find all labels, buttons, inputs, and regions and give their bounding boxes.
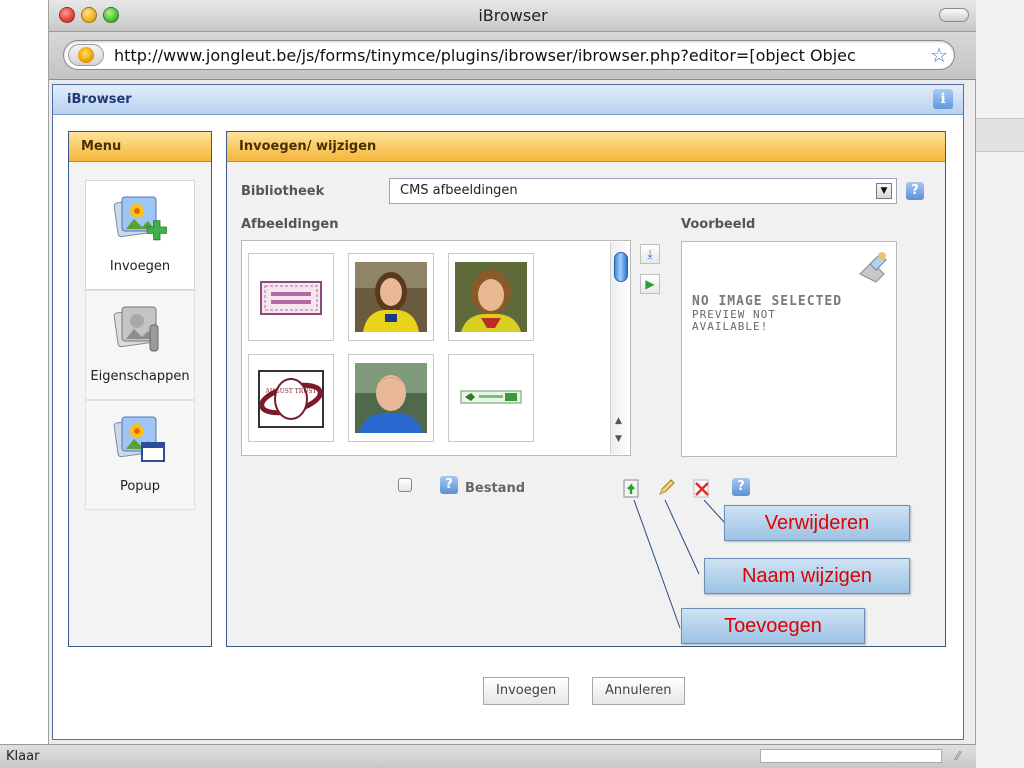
url-text: http://www.jongleut.be/js/forms/tinymce/… xyxy=(114,46,856,65)
stamp-logo-image xyxy=(260,281,322,315)
insert-image-icon xyxy=(113,196,167,241)
menu-item-popup[interactable]: Popup xyxy=(85,400,195,510)
banner-logo-image xyxy=(460,390,522,404)
callout-delete: Verwijderen xyxy=(724,505,910,541)
library-select-value: CMS afbeeldingen xyxy=(400,183,518,198)
preview-label: Voorbeeld xyxy=(681,217,756,232)
background-page-band xyxy=(976,118,1024,152)
rename-pencil-icon[interactable] xyxy=(656,478,676,498)
portrait-woman-1-image xyxy=(355,262,427,332)
preview-status-line-3: AVAILABLE! xyxy=(692,320,769,333)
ring-logo-image: AUGUST TRUST xyxy=(258,370,324,428)
preview-status-line-1: NO IMAGE SELECTED xyxy=(692,294,843,309)
dialog-header: iBrowser i xyxy=(53,85,963,115)
menu-list: Invoegen Eigenschappen Popup xyxy=(85,180,195,510)
scroll-up-icon[interactable]: ▲ xyxy=(615,416,622,426)
callout-add: Toevoegen xyxy=(681,608,865,644)
portrait-woman-2-image xyxy=(455,262,527,332)
portrait-man-image xyxy=(355,363,427,433)
file-help-icon[interactable]: ? xyxy=(440,476,458,494)
menu-panel: Menu Invoegen Eigenschappen Popup xyxy=(68,131,212,647)
menu-item-eigenschappen[interactable]: Eigenschappen xyxy=(85,290,195,400)
image-properties-icon xyxy=(113,306,159,352)
site-favicon-icon xyxy=(78,47,94,63)
add-file-icon[interactable] xyxy=(622,478,642,498)
gallery-scrollbar[interactable]: ▲ ▼ xyxy=(610,242,630,454)
image-thumbnail[interactable] xyxy=(448,253,534,341)
address-field[interactable]: http://www.jongleut.be/js/forms/tinymce/… xyxy=(63,40,955,70)
image-thumbnail[interactable] xyxy=(348,354,434,442)
status-text: Klaar xyxy=(6,749,40,764)
scroll-down-icon[interactable]: ▼ xyxy=(615,434,622,444)
broken-image-icon xyxy=(859,252,887,283)
file-label: Bestand xyxy=(465,481,526,496)
status-progress-field xyxy=(760,749,942,763)
image-gallery: AUGUST TRUST xyxy=(241,240,631,456)
delete-icon[interactable] xyxy=(692,478,712,498)
scrollbar-thumb[interactable] xyxy=(614,252,628,282)
image-thumbnail[interactable] xyxy=(348,253,434,341)
ring-logo-text: AUGUST TRUST xyxy=(265,388,317,395)
menu-panel-header: Menu xyxy=(69,132,211,162)
info-icon[interactable]: i xyxy=(933,89,953,109)
image-thumbnail[interactable]: AUGUST TRUST xyxy=(248,354,334,442)
menu-item-invoegen[interactable]: Invoegen xyxy=(85,180,195,290)
library-help-icon[interactable]: ? xyxy=(906,182,924,200)
preview-box: NO IMAGE SELECTED PREVIEW NOT AVAILABLE! xyxy=(681,241,897,457)
insert-button[interactable]: Invoegen xyxy=(483,677,570,705)
bookmark-star-icon[interactable]: ☆ xyxy=(930,43,948,67)
toolbar-toggle-button[interactable] xyxy=(939,8,969,22)
site-identity-button[interactable] xyxy=(68,44,104,66)
main-panel-header: Invoegen/ wijzigen xyxy=(227,132,945,162)
main-header-label: Invoegen/ wijzigen xyxy=(239,139,377,154)
library-select[interactable]: CMS afbeeldingen ▼ xyxy=(389,178,897,204)
callout-rename: Naam wijzigen xyxy=(704,558,910,594)
address-toolbar: http://www.jongleut.be/js/forms/tinymce/… xyxy=(49,32,977,80)
menu-item-label: Eigenschappen xyxy=(90,369,190,384)
resize-grip-icon[interactable]: ⁄⁄ xyxy=(956,749,960,763)
tools-help-icon[interactable]: ? xyxy=(732,478,750,496)
image-thumbnail[interactable] xyxy=(248,253,334,341)
image-thumbnail[interactable] xyxy=(448,354,534,442)
menu-header-label: Menu xyxy=(81,139,122,154)
dialog-title: iBrowser xyxy=(67,92,132,107)
background-page-strip xyxy=(976,0,1024,768)
images-label: Afbeeldingen xyxy=(241,217,339,232)
library-label: Bibliotheek xyxy=(241,184,325,199)
popup-image-icon xyxy=(113,416,165,462)
cancel-button[interactable]: Annuleren xyxy=(592,677,685,705)
menu-item-label: Popup xyxy=(119,479,161,494)
play-icon[interactable]: ▶ xyxy=(640,274,660,294)
window-title: iBrowser xyxy=(478,6,548,25)
chevron-down-icon[interactable]: ▼ xyxy=(876,183,892,199)
file-checkbox[interactable] xyxy=(398,478,412,492)
title-bar: iBrowser xyxy=(49,0,977,32)
status-bar: Klaar ⁄⁄ xyxy=(0,744,976,768)
download-icon[interactable]: ⤓ xyxy=(640,244,660,264)
menu-item-label: Invoegen xyxy=(109,259,171,274)
